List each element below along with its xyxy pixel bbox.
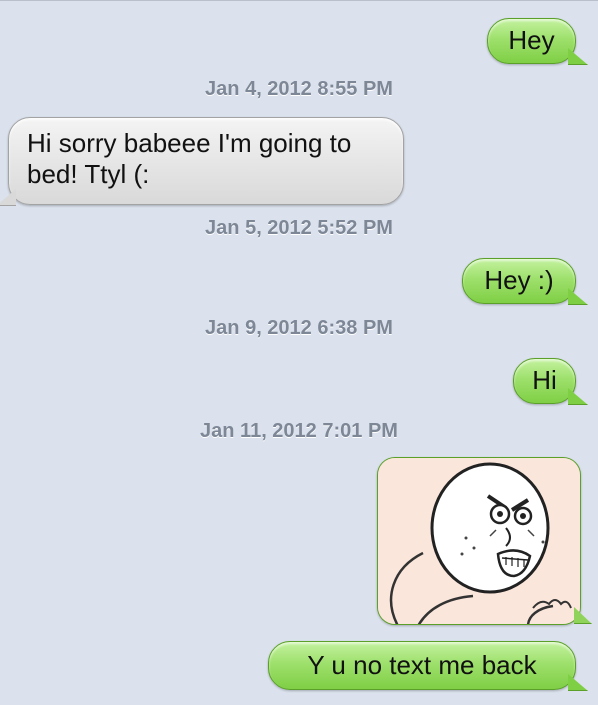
message-timestamp: Jan 11, 2012 7:01 PM [200, 420, 398, 442]
message-timestamp: Jan 4, 2012 8:55 PM [205, 78, 393, 100]
sent-message-bubble[interactable]: Hey :) [462, 258, 588, 305]
message-text: Hi sorry babeee I'm going to bed! Ttyl (… [27, 128, 352, 189]
y-u-no-rage-face-image [378, 458, 580, 624]
sent-message-bubble[interactable]: Hey [487, 18, 588, 65]
message-timestamp: Jan 5, 2012 5:52 PM [205, 217, 393, 239]
message-text: Hey [508, 25, 555, 55]
message-text: Y u no text me back [307, 650, 537, 680]
bubble-tail [0, 189, 16, 206]
bubble-tail [568, 288, 588, 305]
sent-message-bubble[interactable]: Hi [513, 358, 588, 405]
bubble-tail [568, 48, 588, 65]
bubble-tail [568, 388, 588, 405]
bubble-tail [568, 674, 588, 691]
message-text: Hey :) [484, 265, 554, 295]
message-text: Hi [532, 365, 557, 395]
message-thread[interactable]: Hey Jan 4, 2012 8:55 PM Hi sorry babeee … [0, 0, 598, 705]
sent-image-bubble[interactable] [377, 457, 581, 625]
message-timestamp: Jan 9, 2012 6:38 PM [205, 317, 393, 339]
received-message-bubble[interactable]: Hi sorry babeee I'm going to bed! Ttyl (… [0, 117, 404, 206]
sent-message-bubble[interactable]: Y u no text me back [268, 641, 588, 691]
